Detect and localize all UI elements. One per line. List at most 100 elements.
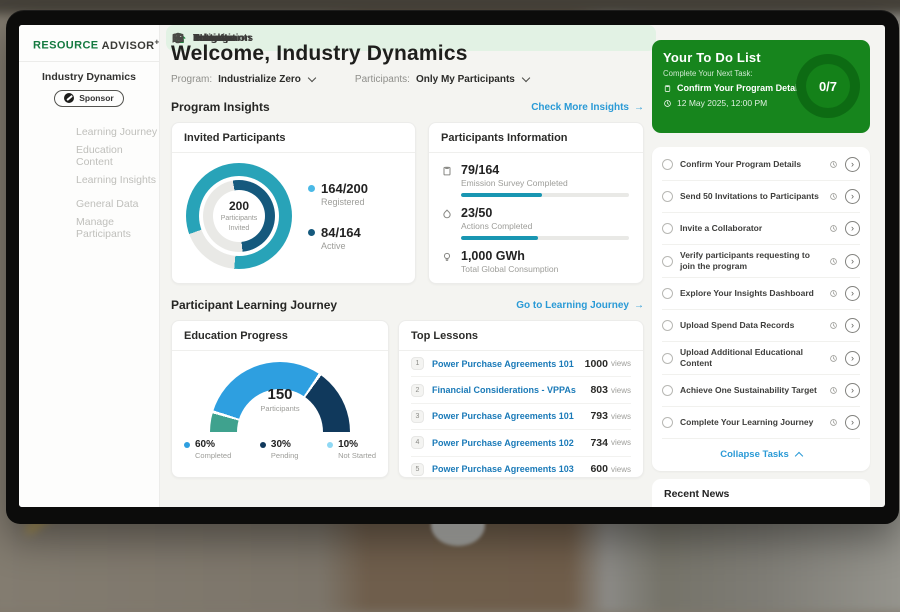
task-row-send-50-invitations-to-participants[interactable]: Send 50 Invitations to Participants › xyxy=(662,181,860,213)
clock-icon xyxy=(829,160,838,169)
task-row-achieve-one-sustainability-target[interactable]: Achieve One Sustainability Target › xyxy=(662,375,860,407)
participants-filter[interactable]: Participants: Only My Participants xyxy=(355,74,529,85)
task-row-complete-your-learning-journey[interactable]: Complete Your Learning Journey › xyxy=(662,407,860,439)
program-filter[interactable]: Program: Industrialize Zero xyxy=(171,74,315,85)
check-more-insights-link[interactable]: Check More Insights→ xyxy=(531,102,644,113)
invited-donut-chart: 200 Participants Invited xyxy=(186,163,292,269)
lesson-link[interactable]: Power Purchase Agreements 101 xyxy=(432,411,590,421)
education-progress-gauge: 150 Participants xyxy=(210,362,350,432)
chevron-right-icon[interactable]: › xyxy=(845,157,860,172)
right-panel: Your To Do List Complete Your Next Task:… xyxy=(650,25,885,507)
task-row-invite-a-collaborator[interactable]: Invite a Collaborator › xyxy=(662,213,860,245)
participants-filter-label: Participants: xyxy=(355,74,410,85)
sidebar-item-general-data[interactable]: General Data xyxy=(19,192,159,216)
clock-icon xyxy=(829,192,838,201)
sponsor-badge[interactable]: Sponsor xyxy=(54,90,123,107)
chevron-right-icon[interactable]: › xyxy=(845,383,860,398)
stat-row-actions-completed: 23/50 Actions Completed xyxy=(441,206,631,240)
sidebar-item-education-content[interactable]: Education Content xyxy=(19,144,159,168)
task-row-upload-spend-data-records[interactable]: Upload Spend Data Records › xyxy=(662,310,860,342)
stat-row-total-global-consumption: 1,000 GWh Total Global Consumption xyxy=(441,249,631,274)
learning-journey-header: Participant Learning Journey Go to Learn… xyxy=(171,298,644,312)
sponsor-icon xyxy=(64,93,74,103)
clock-icon xyxy=(829,289,838,298)
lesson-link[interactable]: Power Purchase Agreements 103 xyxy=(432,464,590,474)
todo-progress-value: 0/7 xyxy=(796,54,860,118)
program-insights-header: Program Insights Check More Insights→ xyxy=(171,100,644,114)
task-checkbox[interactable] xyxy=(662,353,673,364)
lesson-row-power-purchase-agreements-103: 5 Power Purchase Agreements 103 600 view… xyxy=(411,457,631,478)
clock-icon xyxy=(829,386,838,395)
lesson-link[interactable]: Power Purchase Agreements 101 xyxy=(432,359,585,369)
sidebar-item-learning-journey[interactable]: Learning Journey xyxy=(19,120,159,144)
collapse-tasks-link[interactable]: Collapse Tasks xyxy=(652,439,870,469)
invited-legend: 164/200 Registered 84/164 Active xyxy=(308,181,368,251)
task-checkbox[interactable] xyxy=(662,223,673,234)
task-checkbox[interactable] xyxy=(662,417,673,428)
chevron-right-icon[interactable]: › xyxy=(845,254,860,269)
chevron-right-icon[interactable]: › xyxy=(845,318,860,333)
consumption-icon xyxy=(441,251,453,263)
chevron-right-icon[interactable]: › xyxy=(845,351,860,366)
legend-item-registered: 164/200 Registered xyxy=(308,181,368,207)
legend-dot xyxy=(327,442,333,448)
sidebar-item-learning-insights[interactable]: Learning Insights xyxy=(19,168,159,192)
participants-filter-value: Only My Participants xyxy=(416,74,515,85)
top-lessons-title: Top Lessons xyxy=(399,321,643,351)
task-row-verify-participants-requesting-to-join-t[interactable]: Verify participants requesting to join t… xyxy=(662,245,860,278)
sidebar-nav: Home Insights Education Learning Journey xyxy=(19,120,159,240)
learning-journey-title: Participant Learning Journey xyxy=(171,298,337,312)
learning-cards-row: Education Progress 150 Participants xyxy=(171,320,644,478)
org-name: Industry Dynamics xyxy=(19,71,159,83)
insights-cards-row: Invited Participants 200 Participants In… xyxy=(171,122,644,284)
todo-next-task: Confirm Your Program Details xyxy=(677,83,805,93)
app-logo: RESOURCE ADVISOR+ xyxy=(19,25,159,62)
lesson-rank-badge: 3 xyxy=(411,410,424,423)
education-progress-legend: 60% Completed 30% Pending xyxy=(184,439,376,460)
task-row-upload-additional-educational-content[interactable]: Upload Additional Educational Content › xyxy=(662,342,860,375)
education-progress-card: Education Progress 150 Participants xyxy=(171,320,389,478)
chevron-down-icon xyxy=(522,74,530,82)
chevron-right-icon[interactable]: › xyxy=(845,286,860,301)
task-checkbox[interactable] xyxy=(662,320,673,331)
lesson-link[interactable]: Power Purchase Agreements 102 xyxy=(432,438,590,448)
todo-progress-ring: 0/7 xyxy=(796,54,860,118)
tasks-list-card: Confirm Your Program Details › Send 50 I… xyxy=(652,147,870,471)
lesson-rank-badge: 2 xyxy=(411,384,424,397)
lesson-row-power-purchase-agreements-101: 1 Power Purchase Agreements 101 1000 vie… xyxy=(411,351,631,377)
participants-information-title: Participants Information xyxy=(429,123,643,153)
legend-dot xyxy=(260,442,266,448)
recent-news-title: Recent News xyxy=(664,488,858,500)
lesson-row-financial-considerations-vppas: 2 Financial Considerations - VPPAs 803 v… xyxy=(411,377,631,403)
participants-information-card: Participants Information 79/164 Emission… xyxy=(428,122,644,284)
sidebar-item-manage-participants[interactable]: Manage Participants xyxy=(19,216,159,240)
gauge-center-label: 150 Participants xyxy=(210,386,350,413)
clock-icon xyxy=(829,224,838,233)
clock-icon xyxy=(829,354,838,363)
stat-row-emission-survey-completed: 79/164 Emission Survey Completed xyxy=(441,163,631,197)
program-insights-title: Program Insights xyxy=(171,100,270,114)
lesson-rank-badge: 1 xyxy=(411,357,424,370)
monitor-bezel: RESOURCE ADVISOR+ Industry Dynamics Spon… xyxy=(6,10,899,524)
todo-due-date: 12 May 2025, 12:00 PM xyxy=(677,98,767,108)
task-row-explore-your-insights-dashboard[interactable]: Explore Your Insights Dashboard › xyxy=(662,278,860,310)
recent-news-card: Recent News xyxy=(652,479,870,507)
filters-row: Program: Industrialize Zero Participants… xyxy=(171,74,644,85)
chevron-right-icon[interactable]: › xyxy=(845,415,860,430)
sidebar: RESOURCE ADVISOR+ Industry Dynamics Spon… xyxy=(19,25,160,507)
tasks-list: Confirm Your Program Details › Send 50 I… xyxy=(652,149,870,439)
task-checkbox[interactable] xyxy=(662,159,673,170)
chevron-right-icon[interactable]: › xyxy=(845,189,860,204)
task-checkbox[interactable] xyxy=(662,191,673,202)
task-checkbox[interactable] xyxy=(662,256,673,267)
program-filter-label: Program: xyxy=(171,74,212,85)
chevron-right-icon[interactable]: › xyxy=(845,221,860,236)
task-row-confirm-your-program-details[interactable]: Confirm Your Program Details › xyxy=(662,149,860,181)
go-to-learning-journey-link[interactable]: Go to Learning Journey→ xyxy=(516,300,644,311)
task-checkbox[interactable] xyxy=(662,385,673,396)
invited-participants-title: Invited Participants xyxy=(172,123,415,153)
task-checkbox[interactable] xyxy=(662,288,673,299)
lesson-link[interactable]: Financial Considerations - VPPAs xyxy=(432,385,590,395)
actions-icon xyxy=(441,208,453,220)
arrow-right-icon: → xyxy=(634,102,644,113)
